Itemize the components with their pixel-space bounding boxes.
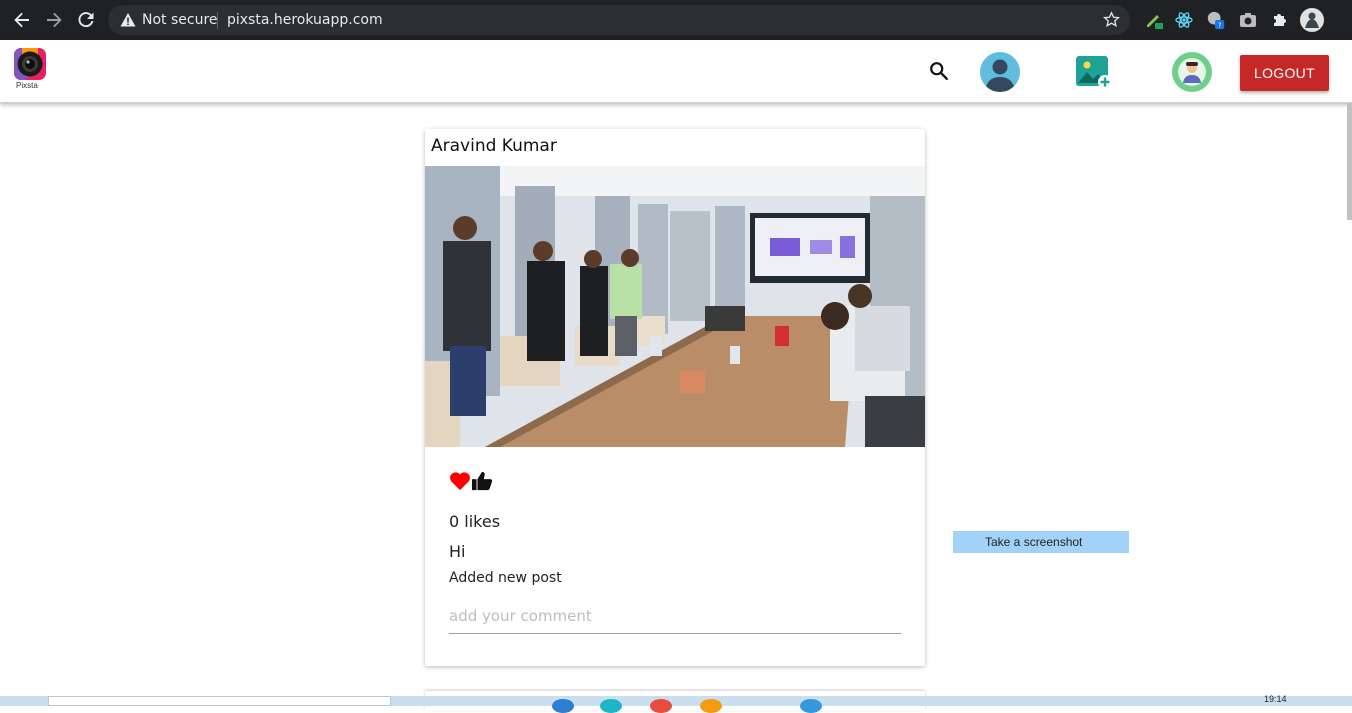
add-photo-icon[interactable] [1074, 54, 1114, 95]
pen-extension-icon[interactable] [1144, 10, 1164, 30]
taskbar-app-icon[interactable] [650, 699, 672, 713]
url-text[interactable]: pixsta.herokuapp.com [227, 12, 383, 28]
forward-icon[interactable] [42, 8, 66, 32]
os-taskbar: 19:14 [0, 694, 1352, 713]
chat-extension-icon[interactable]: ? [1206, 10, 1226, 30]
post-body: Added new post [449, 570, 562, 586]
taskbar-clock[interactable]: 19:14 [1264, 694, 1287, 704]
back-icon[interactable] [10, 8, 34, 32]
star-icon[interactable] [1103, 11, 1120, 33]
comment-input[interactable] [449, 599, 901, 634]
camera-extension-icon[interactable] [1238, 10, 1258, 30]
user-avatar-button[interactable] [980, 52, 1020, 92]
heart-icon[interactable] [449, 471, 471, 496]
search-icon[interactable] [928, 60, 950, 87]
post-card: Aravind Kumar 0 likes Hi Added new post … [425, 129, 925, 666]
extensions-puzzle-icon[interactable] [1270, 10, 1290, 30]
app-header: Pixsta LOGOUT [0, 40, 1352, 103]
taskbar-app-icon[interactable] [552, 699, 574, 713]
profile-avatar-button[interactable] [1172, 52, 1212, 92]
likes-count: 0 likes [449, 512, 501, 531]
warning-icon [120, 12, 136, 33]
post-author[interactable]: Aravind Kumar [431, 136, 557, 156]
taskbar-app-icon[interactable] [700, 699, 722, 713]
react-devtools-icon[interactable] [1174, 10, 1194, 30]
address-bar[interactable]: Not secure pixsta.herokuapp.com [108, 5, 1130, 35]
reload-icon[interactable] [74, 8, 98, 32]
logout-button[interactable]: LOGOUT [1240, 55, 1329, 91]
svg-text:?: ? [1218, 21, 1222, 30]
post-image [425, 166, 925, 447]
taskbar-search-box[interactable] [48, 696, 391, 706]
logo-text: Pixsta [16, 81, 38, 90]
page-scrollbar[interactable] [1347, 103, 1352, 220]
reaction-icons [449, 471, 493, 496]
browser-toolbar: Not secure pixsta.herokuapp.com ? [0, 0, 1352, 40]
browser-profile-icon[interactable] [1300, 8, 1324, 32]
post-title: Hi [449, 542, 466, 561]
thumbs-up-icon[interactable] [471, 471, 493, 496]
omnibox-divider [217, 12, 218, 29]
taskbar-app-icon[interactable] [600, 699, 622, 713]
security-status[interactable]: Not secure [142, 12, 218, 28]
pixsta-logo[interactable] [14, 48, 46, 80]
taskbar-app-icon[interactable] [800, 699, 822, 713]
take-screenshot-button[interactable]: Take a screenshot [953, 531, 1129, 553]
